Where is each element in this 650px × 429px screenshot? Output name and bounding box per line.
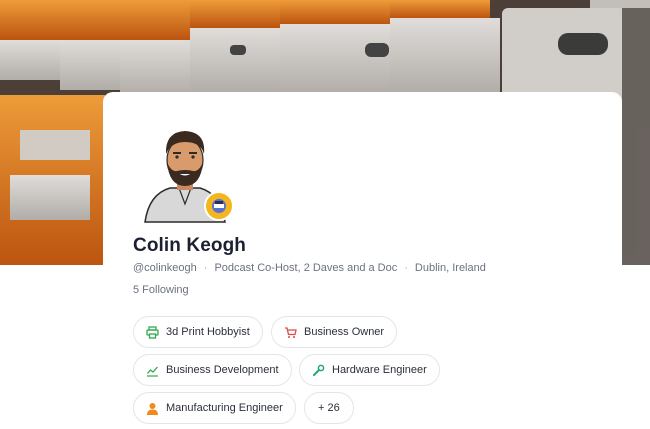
following-count[interactable]: 5 Following: [133, 284, 189, 296]
profile-name: Colin Keogh: [133, 235, 246, 256]
avatar-badge: [204, 191, 234, 221]
more-tags-button[interactable]: + 26: [304, 392, 354, 424]
profile-role: Podcast Co-Host, 2 Daves and a Doc: [214, 262, 398, 274]
tag-label: Business Owner: [304, 326, 385, 338]
tag-label: Hardware Engineer: [332, 364, 427, 376]
printer-icon: [146, 325, 159, 339]
person-icon: [146, 402, 159, 415]
tag-label: Manufacturing Engineer: [166, 402, 283, 414]
profile-handle: @colinkeogh: [133, 262, 197, 274]
tag-business-development[interactable]: Business Development: [133, 354, 292, 386]
more-tags-label: + 26: [318, 402, 340, 414]
trend-icon: [146, 364, 159, 377]
tag-label: Business Development: [166, 364, 279, 376]
cart-icon: [284, 326, 297, 339]
meta-separator: ·: [203, 262, 208, 274]
tag-label: 3d Print Hobbyist: [166, 326, 250, 338]
tag-hardware-engineer[interactable]: Hardware Engineer: [299, 354, 440, 386]
profile-location: Dublin, Ireland: [414, 262, 486, 274]
tag-manufacturing-engineer[interactable]: Manufacturing Engineer: [133, 392, 296, 424]
meta-separator: ·: [404, 262, 408, 274]
badge-icon: [212, 199, 226, 213]
tag-3d-print-hobbyist[interactable]: 3d Print Hobbyist: [133, 316, 263, 348]
profile-meta: @colinkeogh · Podcast Co-Host, 2 Daves a…: [133, 262, 486, 274]
tag-business-owner[interactable]: Business Owner: [271, 316, 398, 348]
wrench-icon: [312, 364, 325, 377]
